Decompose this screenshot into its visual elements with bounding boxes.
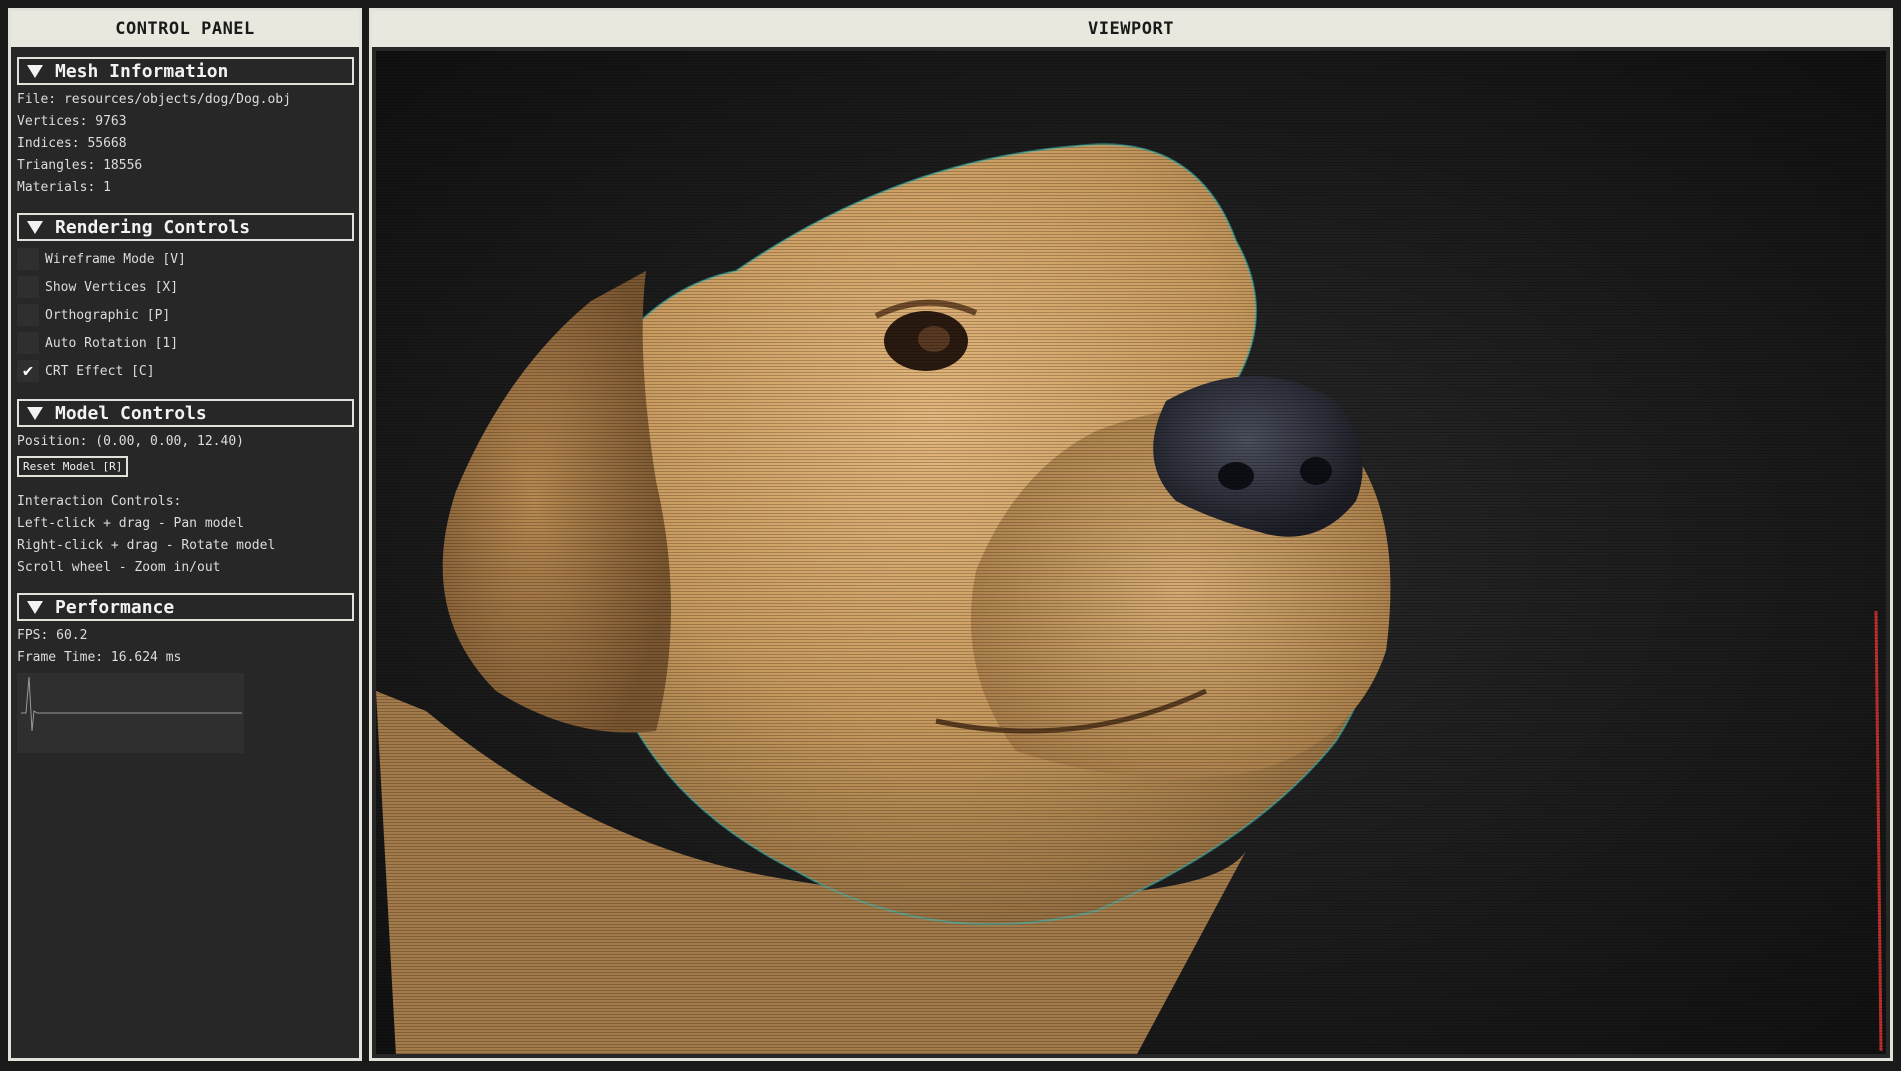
viewport-title: VIEWPORT — [372, 11, 1890, 47]
crt-effect-toggle[interactable]: ✔ CRT Effect [C] — [17, 357, 354, 385]
frame-time-readout: Frame Time: 16.624 ms — [17, 650, 182, 665]
rendering-controls-header[interactable]: Rendering Controls — [17, 213, 354, 241]
interaction-pan-hint: Left-click + drag - Pan model — [17, 516, 244, 531]
dog-nostril-left — [1218, 462, 1254, 490]
wireframe-mode-checkbox[interactable] — [17, 248, 39, 270]
triangle-down-icon — [27, 64, 43, 78]
auto-rotation-checkbox[interactable] — [17, 332, 39, 354]
orthographic-checkbox[interactable] — [17, 304, 39, 326]
interaction-rotate-hint: Right-click + drag - Rotate model — [17, 538, 276, 553]
rendering-controls-section: Rendering Controls Wireframe Mode [V] Sh… — [17, 213, 354, 385]
show-vertices-checkbox[interactable] — [17, 276, 39, 298]
rendering-controls-title: Rendering Controls — [55, 216, 251, 238]
wireframe-mode-toggle[interactable]: Wireframe Mode [V] — [17, 245, 354, 273]
show-vertices-toggle[interactable]: Show Vertices [X] — [17, 273, 354, 301]
model-controls-header[interactable]: Model Controls — [17, 399, 354, 427]
checkmark-icon: ✔ — [22, 361, 34, 381]
mesh-indices: Indices: 55668 — [17, 136, 127, 151]
frame-time-graph-line — [21, 676, 242, 732]
dog-nostril-right — [1300, 457, 1332, 485]
crt-effect-label: CRT Effect [C] — [45, 363, 155, 379]
auto-rotation-label: Auto Rotation [1] — [45, 335, 179, 351]
mesh-vertices: Vertices: 9763 — [17, 114, 127, 129]
performance-section: Performance FPS: 60.2 Frame Time: 16.624… — [17, 593, 354, 753]
auto-rotation-toggle[interactable]: Auto Rotation [1] — [17, 329, 354, 357]
viewport-canvas[interactable] — [376, 51, 1886, 1054]
mesh-triangles: Triangles: 18556 — [17, 158, 143, 173]
reset-model-button[interactable]: Reset Model [R] — [17, 456, 129, 477]
frame-time-graph — [17, 673, 244, 753]
show-vertices-label: Show Vertices [X] — [45, 279, 179, 295]
performance-title: Performance — [55, 596, 175, 618]
triangle-down-icon — [27, 406, 43, 420]
mesh-materials: Materials: 1 — [17, 180, 111, 195]
app-window: CONTROL PANEL Mesh Information File: res… — [0, 0, 1901, 1071]
interaction-controls-title: Interaction Controls: — [17, 494, 182, 509]
orthographic-label: Orthographic [P] — [45, 307, 171, 323]
mesh-information-header[interactable]: Mesh Information — [17, 57, 354, 85]
performance-header[interactable]: Performance — [17, 593, 354, 621]
viewport-panel: VIEWPORT — [369, 8, 1893, 1061]
dog-model-render — [376, 51, 1886, 1054]
interaction-zoom-hint: Scroll wheel - Zoom in/out — [17, 560, 221, 575]
orthographic-toggle[interactable]: Orthographic [P] — [17, 301, 354, 329]
control-panel-title: CONTROL PANEL — [11, 11, 359, 47]
fps-readout: FPS: 60.2 — [17, 628, 88, 643]
model-controls-title: Model Controls — [55, 402, 207, 424]
mesh-file: File: resources/objects/dog/Dog.obj — [17, 92, 291, 107]
triangle-down-icon — [27, 600, 43, 614]
mesh-information-section: Mesh Information File: resources/objects… — [17, 57, 354, 199]
model-controls-section: Model Controls Position: (0.00, 0.00, 12… — [17, 399, 354, 579]
dog-iris — [918, 326, 950, 352]
triangle-down-icon — [27, 220, 43, 234]
model-position: Position: (0.00, 0.00, 12.40) — [17, 434, 244, 449]
control-panel: CONTROL PANEL Mesh Information File: res… — [8, 8, 362, 1061]
mesh-information-title: Mesh Information — [55, 60, 229, 82]
crt-effect-checkbox[interactable]: ✔ — [17, 360, 39, 382]
wireframe-mode-label: Wireframe Mode [V] — [45, 251, 186, 267]
